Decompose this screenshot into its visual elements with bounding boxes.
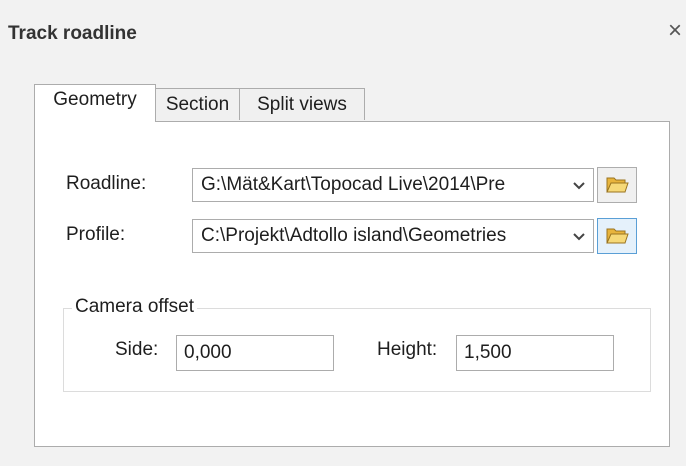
roadline-combobox[interactable]: G:\Mät&Kart\Topocad Live\2014\Pre — [192, 168, 594, 202]
profile-value: C:\Projekt\Adtollo island\Geometries — [201, 225, 507, 246]
chevron-down-icon — [573, 233, 585, 241]
camera-offset-group: Camera offset Side: 0,000 Height: 1,500 — [63, 296, 651, 392]
roadline-value: G:\Mät&Kart\Topocad Live\2014\Pre — [201, 174, 506, 195]
camera-offset-legend: Camera offset — [72, 296, 197, 318]
title-bar: Track roadline × — [0, 0, 686, 62]
chevron-down-icon — [573, 182, 585, 190]
profile-combobox[interactable]: C:\Projekt\Adtollo island\Geometries — [192, 219, 594, 253]
profile-label: Profile: — [66, 224, 126, 245]
close-icon[interactable]: × — [664, 18, 686, 44]
track-roadline-dialog: Track roadline × Geometry Section Split … — [0, 0, 686, 466]
profile-browse-button[interactable] — [597, 218, 637, 254]
dialog-title: Track roadline — [8, 23, 137, 44]
side-label: Side: — [115, 339, 159, 360]
roadline-browse-button[interactable] — [597, 167, 637, 203]
tab-geometry[interactable]: Geometry — [34, 84, 156, 122]
height-input[interactable]: 1,500 — [456, 335, 614, 371]
folder-open-icon — [606, 228, 629, 244]
tab-section[interactable]: Section — [155, 88, 240, 120]
geometry-tab-panel: Roadline: G:\Mät&Kart\Topocad Live\2014\… — [34, 121, 670, 447]
tab-split-views[interactable]: Split views — [239, 88, 365, 120]
height-label: Height: — [377, 339, 438, 360]
folder-open-icon — [606, 177, 629, 193]
roadline-label: Roadline: — [66, 173, 147, 194]
side-input[interactable]: 0,000 — [176, 335, 334, 371]
